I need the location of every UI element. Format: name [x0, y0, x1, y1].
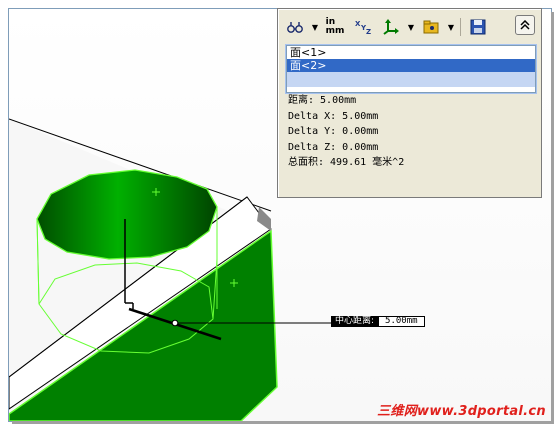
measure-toolbar: ▼ in mm X Y Z ▼ ▼: [282, 13, 537, 41]
coordinate-system-button[interactable]: [378, 15, 404, 39]
delta-z-readout: Delta Z: 0.00mm: [288, 141, 379, 153]
units-icon: in mm: [326, 18, 345, 36]
list-item[interactable]: 面<2>: [287, 59, 535, 72]
distance-readout: 距离: 5.00mm: [288, 95, 357, 106]
chevron-down-icon[interactable]: ▼: [406, 23, 416, 32]
measure-results: 距离: 5.00mm Delta X: 5.00mm Delta Y: 0.00…: [288, 93, 404, 171]
chevron-down-icon[interactable]: ▼: [446, 23, 456, 32]
chevron-down-icon[interactable]: ▼: [310, 23, 320, 32]
units-button[interactable]: in mm: [322, 15, 348, 39]
svg-text:Z: Z: [366, 28, 371, 35]
save-icon: [470, 19, 486, 35]
save-button[interactable]: [465, 15, 491, 39]
center-distance-callout[interactable]: 中心距离: 5.00mm: [331, 316, 425, 327]
xyz-button[interactable]: X Y Z: [350, 15, 376, 39]
selection-list[interactable]: 面<1> 面<2>: [285, 44, 537, 94]
show-xyz-toggle[interactable]: [282, 15, 308, 39]
double-chevron-up-icon: [520, 20, 530, 30]
list-item[interactable]: 面<1>: [287, 46, 535, 59]
delta-y-readout: Delta Y: 0.00mm: [288, 126, 379, 137]
triad-icon: [383, 19, 399, 35]
glasses-icon: [287, 22, 303, 33]
callout-value: 5.00mm: [378, 316, 425, 327]
list-empty-slot[interactable]: [287, 72, 535, 87]
xyz-axis-icon: X Y Z: [355, 20, 371, 35]
folder-icon: [423, 20, 439, 34]
watermark: 三维网www.3dportal.cn: [377, 404, 546, 419]
toolbar-separator: [460, 18, 461, 36]
collapse-button[interactable]: [515, 15, 535, 35]
delta-x-readout: Delta X: 5.00mm: [288, 110, 379, 122]
units-mm-label: mm: [325, 26, 345, 36]
total-area-readout: 总面积: 499.61 毫米^2: [288, 157, 405, 168]
output-coordinate-button[interactable]: [418, 15, 444, 39]
callout-label: 中心距离:: [331, 316, 379, 327]
measure-panel: ▼ in mm X Y Z ▼ ▼ 面<1> 面<2> 距离: 5.00mm D…: [277, 8, 542, 198]
